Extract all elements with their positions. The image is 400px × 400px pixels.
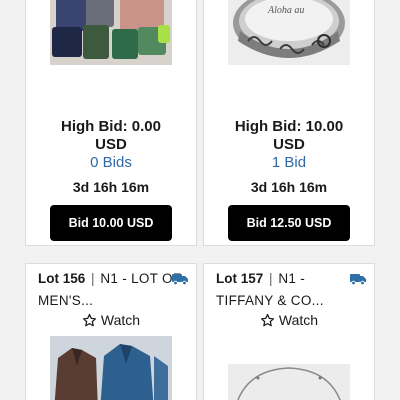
watch-button[interactable]: Watch (204, 312, 374, 328)
lot-card: Aloha au High Bid: 10.00 USD 1 Bid 3d 16… (203, 0, 375, 246)
high-bid-label: High Bid: 10.00 (234, 118, 344, 135)
lot-thumbnail[interactable] (50, 0, 172, 65)
ring-image: Aloha au (233, 0, 345, 58)
currency-label: USD (273, 136, 305, 153)
lot-thumbnail[interactable]: Aloha au (228, 0, 350, 65)
bid-count-link[interactable]: 1 Bid (204, 154, 374, 171)
bid-button[interactable]: Bid 10.00 USD (50, 205, 172, 241)
lot-card: Lot 157 | N1 - TIFFANY & CO... Watch (203, 263, 375, 400)
watch-button[interactable]: Watch (26, 312, 196, 328)
necklace-image (228, 364, 350, 400)
lot-card: High Bid: 0.00 USD 0 Bids 3d 16h 16m Bid… (25, 0, 197, 246)
lot-separator: | (269, 271, 273, 286)
watch-label: Watch (100, 312, 141, 328)
bid-button[interactable]: Bid 12.50 USD (228, 205, 350, 241)
lot-thumbnail[interactable] (50, 336, 172, 400)
time-remaining: 3d 16h 16m (72, 179, 150, 195)
jackets-image (50, 336, 172, 400)
lot-header[interactable]: Lot 157 | N1 - TIFFANY & CO... (216, 268, 366, 312)
ring-engraving: Aloha au (267, 5, 304, 16)
lot-card: Lot 156 | N1 - LOT OF MEN'S... Watch (25, 263, 197, 400)
time-remaining: 3d 16h 16m (250, 179, 328, 195)
lot-number: Lot 156 (38, 271, 86, 286)
lot-thumbnail[interactable] (228, 364, 350, 400)
star-outline-icon (260, 313, 274, 326)
bid-count-link[interactable]: 0 Bids (26, 154, 196, 171)
truck-icon (172, 274, 188, 285)
watch-label: Watch (278, 312, 319, 328)
high-bid-label: High Bid: 0.00 (60, 118, 161, 135)
lot-separator: | (91, 271, 95, 286)
star-outline-icon (82, 313, 96, 326)
currency-label: USD (95, 136, 127, 153)
lot-header[interactable]: Lot 156 | N1 - LOT OF MEN'S... (38, 268, 188, 312)
truck-icon (350, 274, 366, 285)
lot-number: Lot 157 (216, 271, 264, 286)
